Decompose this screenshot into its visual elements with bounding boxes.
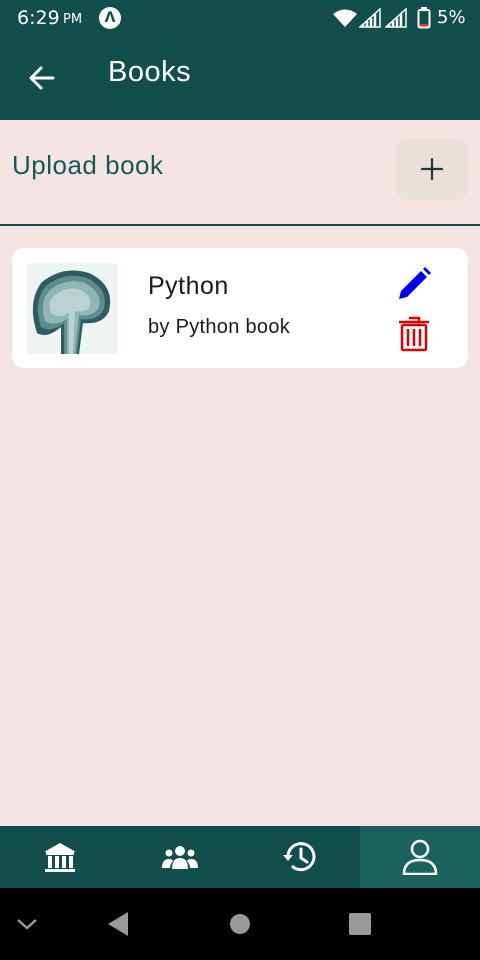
book-author: by Python book: [148, 316, 291, 338]
book-card[interactable]: Python by Python book: [12, 248, 468, 368]
recents-square-icon[interactable]: [348, 912, 372, 936]
system-nav-bar: [0, 888, 480, 960]
home-circle-icon[interactable]: [229, 913, 251, 935]
book-cover-image: [27, 263, 118, 354]
plus-icon: [421, 158, 443, 180]
pencil-icon[interactable]: [396, 266, 432, 302]
status-bar: 6:29 PM Λ 5%: [0, 0, 480, 36]
signal-icon: [359, 8, 381, 28]
upload-book-label: Upload book: [12, 150, 164, 180]
history-icon: [283, 842, 316, 872]
app-bar: Books: [0, 36, 480, 120]
status-time: 6:29: [17, 7, 60, 29]
battery-icon: [417, 7, 431, 29]
home-icon: [44, 843, 76, 872]
add-book-button[interactable]: [396, 138, 468, 200]
profile-icon: [402, 839, 438, 875]
divider: [0, 224, 480, 226]
status-ampm: PM: [63, 12, 83, 27]
nav-history[interactable]: [240, 826, 360, 888]
nav-profile[interactable]: [360, 826, 480, 888]
back-triangle-icon[interactable]: [106, 911, 130, 937]
chevron-down-icon[interactable]: [16, 916, 38, 932]
page-title: Books: [108, 56, 192, 88]
back-arrow-icon[interactable]: [26, 62, 58, 94]
book-title: Python: [148, 272, 229, 300]
bottom-nav: [0, 826, 480, 888]
upload-section: Upload book: [0, 120, 480, 225]
app-notification-icon: Λ: [99, 7, 121, 29]
users-icon: [162, 846, 198, 869]
nav-members[interactable]: [120, 826, 240, 888]
nav-home[interactable]: [0, 826, 120, 888]
wifi-icon: [333, 9, 357, 27]
battery-percent: 5%: [437, 7, 466, 28]
trash-icon[interactable]: [397, 316, 431, 352]
signal-icon: [385, 8, 407, 28]
